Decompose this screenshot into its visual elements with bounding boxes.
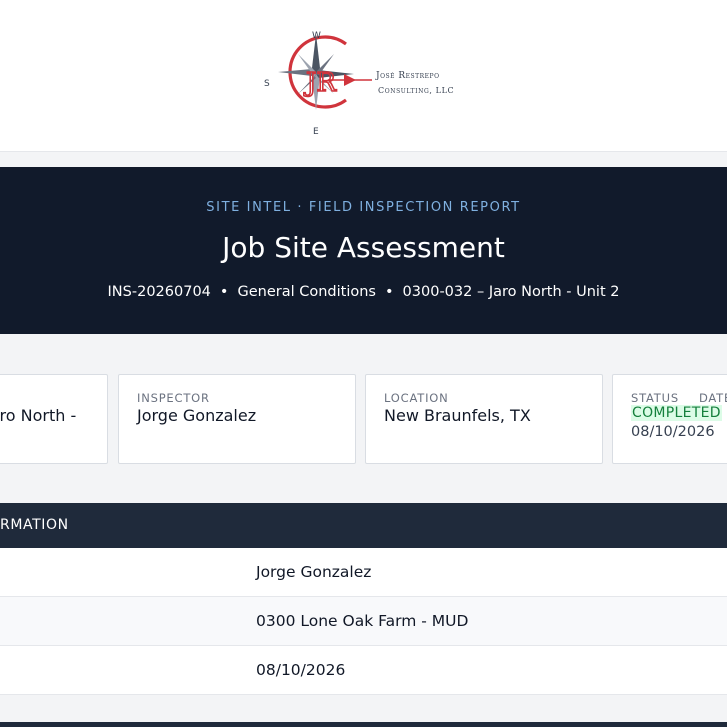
- brand-subtitle: Consulting, LLC: [378, 86, 455, 95]
- status-badge: COMPLETED: [631, 405, 722, 421]
- report-meta: INS-20260704 • General Conditions • 0300-032…: [0, 284, 727, 300]
- row-value-date: 08/10/2026: [256, 661, 346, 679]
- table-header: RMATION: [0, 503, 727, 548]
- status-date: 08/10/2026: [631, 424, 715, 440]
- table-row: Jorge Gonzalez: [0, 548, 727, 597]
- card-location-value: New Braunfels, TX: [384, 406, 531, 425]
- information-table: RMATION Jorge Gonzalez 0300 Lone Oak Far…: [0, 503, 727, 695]
- row-value-project: 0300 Lone Oak Farm - MUD: [256, 612, 469, 630]
- report-eyebrow: SITE INTEL · FIELD INSPECTION REPORT: [206, 200, 521, 215]
- compass-w: W: [312, 31, 321, 41]
- report-project: 0300-032 – Jaro North - Unit 2: [402, 284, 620, 300]
- status-label-text: STATUS: [631, 391, 679, 405]
- table-row: 08/10/2026: [0, 646, 727, 695]
- meta-separator: •: [219, 284, 229, 300]
- card-project-value: Jaro North -: [0, 406, 77, 425]
- summary-card-status: STATUS DATE COMPLETED 08/10/2026: [612, 374, 727, 464]
- summary-card-inspector: INSPECTOR Jorge Gonzalez: [118, 374, 356, 464]
- report-title: Job Site Assessment: [222, 231, 505, 264]
- row-value-inspector: Jorge Gonzalez: [256, 563, 372, 581]
- brand-name: José Restrepo: [376, 71, 440, 81]
- report-header: SITE INTEL · FIELD INSPECTION REPORT Job…: [0, 167, 727, 334]
- report-category: General Conditions: [237, 284, 376, 300]
- monogram-text: JR: [303, 68, 337, 98]
- summary-card-location: LOCATION New Braunfels, TX: [365, 374, 603, 464]
- report-id: INS-20260704: [107, 284, 211, 300]
- meta-separator: •: [384, 284, 394, 300]
- table-row: 0300 Lone Oak Farm - MUD: [0, 597, 727, 646]
- date-label-text: DATE: [698, 391, 727, 405]
- card-inspector-label: INSPECTOR: [137, 391, 210, 405]
- compass-s: S: [264, 79, 270, 89]
- table-header-title: RMATION: [0, 517, 69, 533]
- compass-e: E: [313, 127, 319, 136]
- logo-band: JR W S E José Restrepo Consulting, LLC: [0, 0, 727, 152]
- card-inspector-value: Jorge Gonzalez: [137, 406, 257, 425]
- summary-card-project: Jaro North -: [0, 374, 108, 464]
- card-status-label: STATUS DATE: [631, 391, 727, 405]
- section-divider: [0, 722, 727, 727]
- card-location-label: LOCATION: [384, 391, 449, 405]
- compass-logo-icon: JR W S E: [264, 31, 372, 136]
